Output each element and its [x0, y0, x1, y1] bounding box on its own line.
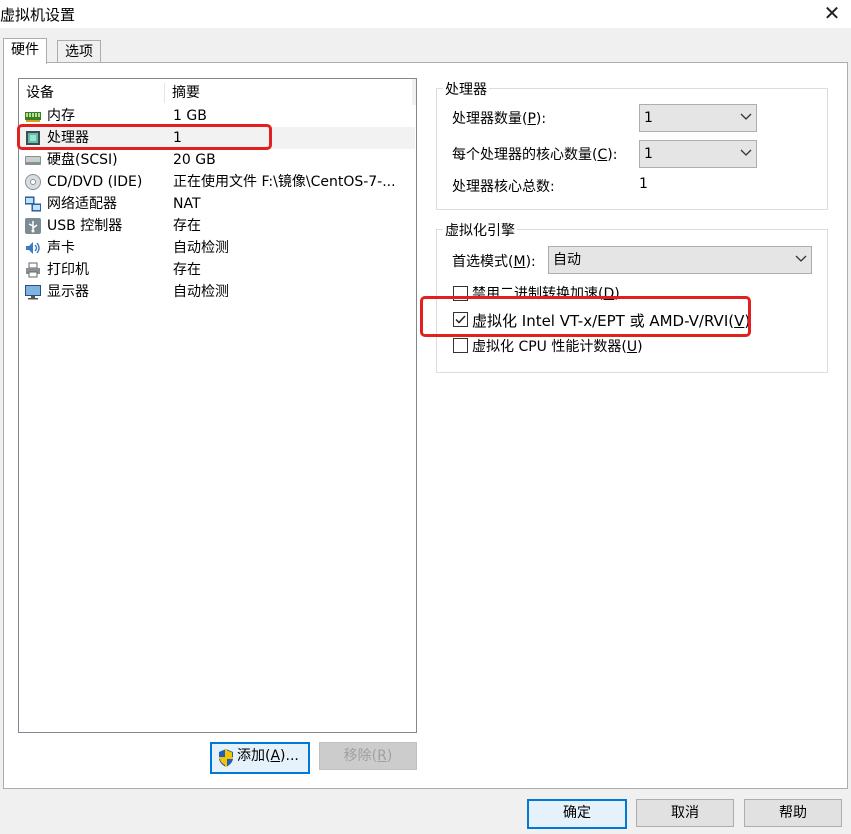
shield-icon — [219, 749, 233, 767]
column-header-device[interactable]: 设备 — [26, 82, 54, 104]
help-button[interactable]: 帮助 — [744, 799, 842, 827]
device-row-usb-controller[interactable]: USB 控制器 存在 — [20, 215, 415, 237]
processor-count-select[interactable]: 1 — [639, 104, 757, 132]
chevron-down-icon — [795, 255, 807, 262]
window-title: 虚拟机设置 — [0, 6, 76, 24]
sound-card-icon — [26, 242, 40, 254]
processor-group-title: 处理器 — [443, 79, 489, 99]
add-button-label: 添加(A)... — [237, 748, 299, 764]
device-name: 显示器 — [47, 284, 89, 300]
preferred-mode-select[interactable]: 自动 — [548, 246, 812, 274]
remove-button-label: 移除(R) — [343, 748, 393, 764]
device-summary: 20 GB — [173, 152, 216, 168]
device-summary: 存在 — [173, 262, 201, 278]
device-summary: NAT — [173, 196, 201, 212]
printer-icon — [26, 262, 40, 278]
device-name: CD/DVD (IDE) — [47, 174, 143, 190]
device-summary: 自动检测 — [173, 240, 229, 256]
column-divider[interactable] — [164, 83, 165, 103]
preferred-mode-value: 自动 — [553, 252, 581, 268]
preferred-mode-label: 首选模式(M): — [452, 254, 536, 270]
device-row-printer[interactable]: 打印机 存在 — [20, 259, 415, 281]
device-row-display[interactable]: 显示器 自动检测 — [20, 281, 415, 303]
device-name: 硬盘(SCSI) — [47, 152, 118, 168]
tab-hardware[interactable]: 硬件 — [3, 38, 47, 64]
chevron-down-icon — [740, 113, 752, 120]
device-name: 声卡 — [47, 240, 75, 256]
device-row-sound-card[interactable]: 声卡 自动检测 — [20, 237, 415, 259]
scrollbar[interactable] — [412, 79, 416, 105]
remove-device-button[interactable]: 移除(R) — [319, 742, 417, 770]
processor-count-value: 1 — [644, 110, 653, 126]
cd-dvd-icon — [25, 174, 41, 190]
total-cores-label: 处理器核心总数: — [452, 179, 555, 195]
ok-button[interactable]: 确定 — [527, 799, 627, 829]
tab-options[interactable]: 选项 — [57, 40, 101, 63]
device-name: 网络适配器 — [47, 196, 117, 212]
title-bar: 虚拟机设置 ✕ — [0, 0, 851, 28]
virtualize-cpu-counters-label[interactable]: 虚拟化 CPU 性能计数器(U) — [472, 336, 643, 356]
close-icon[interactable]: ✕ — [822, 1, 842, 25]
virtualization-engine-title: 虚拟化引擎 — [443, 220, 517, 240]
device-summary: 存在 — [173, 218, 201, 234]
cancel-button[interactable]: 取消 — [636, 799, 734, 827]
device-summary: 正在使用文件 F:\镜像\CentOS-7-... — [173, 174, 396, 190]
memory-icon — [25, 112, 41, 122]
device-list[interactable]: 设备 摘要 内存 1 GB 处理器 1 硬盘(SCSI) 20 GB CD/DV… — [18, 78, 417, 733]
device-name: USB 控制器 — [47, 218, 123, 234]
display-icon — [25, 285, 41, 300]
cores-per-processor-select[interactable]: 1 — [639, 140, 757, 168]
device-row-network-adapter[interactable]: 网络适配器 NAT — [20, 193, 415, 215]
harddisk-icon — [25, 156, 41, 165]
add-device-button[interactable]: 添加(A)... — [210, 742, 310, 774]
network-adapter-icon — [25, 196, 41, 212]
chevron-down-icon — [740, 149, 752, 156]
virtualize-cpu-counters-checkbox[interactable] — [453, 338, 468, 353]
processor-count-label: 处理器数量(P): — [452, 111, 547, 127]
device-name: 打印机 — [47, 262, 89, 278]
vtx-option-highlight — [420, 296, 751, 337]
column-header-summary[interactable]: 摘要 — [172, 82, 200, 104]
total-cores-value: 1 — [639, 176, 648, 192]
cores-per-processor-value: 1 — [644, 146, 653, 162]
cores-per-processor-label: 每个处理器的核心数量(C): — [452, 147, 618, 163]
device-row-harddisk[interactable]: 硬盘(SCSI) 20 GB — [20, 149, 415, 171]
device-summary: 自动检测 — [173, 284, 229, 300]
processor-row-highlight — [17, 124, 272, 150]
device-row-cd-dvd[interactable]: CD/DVD (IDE) 正在使用文件 F:\镜像\CentOS-7-... — [20, 171, 415, 193]
usb-icon — [25, 218, 41, 234]
